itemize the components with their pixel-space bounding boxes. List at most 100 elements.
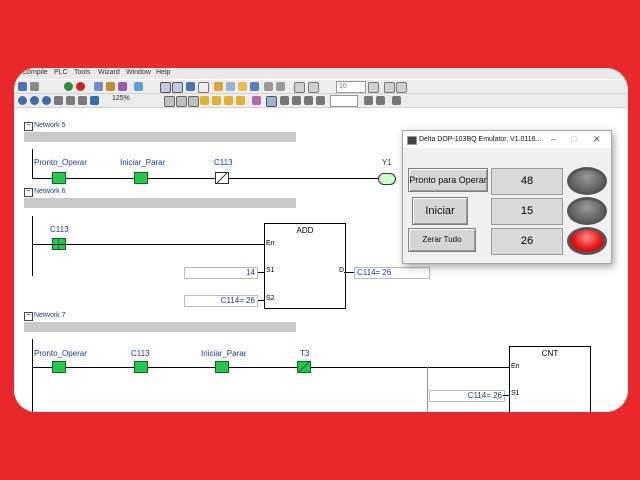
nc-slash-icon <box>298 361 310 373</box>
contact-label: C113 <box>131 349 150 358</box>
network-collapse-toggle[interactable]: − <box>24 312 33 321</box>
window-icon[interactable] <box>226 82 235 91</box>
close-icon[interactable]: ✕ <box>593 131 601 148</box>
edit-toolbar: 125% <box>14 94 628 108</box>
delete-line-icon[interactable] <box>304 96 313 105</box>
line-v-icon[interactable] <box>292 96 301 105</box>
insert-col-icon[interactable] <box>376 96 385 105</box>
add-function-block[interactable]: ADD En S1 S2 D <box>264 223 346 309</box>
compile-icon[interactable] <box>134 82 143 91</box>
coil-y1[interactable] <box>378 173 396 185</box>
function-icon[interactable] <box>200 96 209 105</box>
star-icon[interactable] <box>238 82 247 91</box>
bold-icon[interactable] <box>308 82 319 93</box>
link-icon[interactable] <box>252 96 261 105</box>
counter-icon[interactable] <box>224 96 233 105</box>
ladder-editor-window: Compile PLC Tools Wizard Window Help 10 … <box>14 68 628 412</box>
download-icon[interactable] <box>106 82 115 91</box>
branch-icon[interactable] <box>316 96 325 105</box>
contact-iniciar-parar[interactable] <box>134 172 148 184</box>
font-icon[interactable] <box>294 82 305 93</box>
table-icon[interactable] <box>198 82 209 93</box>
network-collapse-toggle[interactable]: − <box>24 122 33 131</box>
undo-icon[interactable] <box>264 82 273 91</box>
iniciar-button[interactable]: Iniciar <box>412 197 468 225</box>
maximize-icon[interactable]: □ <box>571 131 576 148</box>
network-label: Network 6 <box>34 188 66 195</box>
branch-select[interactable] <box>330 95 358 107</box>
nc-slash-icon <box>216 172 228 184</box>
folder-icon[interactable] <box>214 82 223 91</box>
menu-tools[interactable]: Tools <box>74 69 90 76</box>
grid-icon[interactable] <box>160 82 171 93</box>
goto-icon[interactable] <box>78 96 87 105</box>
contact-nc-icon[interactable] <box>176 96 187 107</box>
contact-iniciar-parar[interactable] <box>215 361 229 373</box>
red-video-frame: Compile PLC Tools Wizard Window Help 10 … <box>0 0 640 480</box>
s2-value-box[interactable]: C114= 26 <box>184 295 258 307</box>
comment-icon[interactable] <box>392 96 401 105</box>
emulator-titlebar[interactable]: Delta DOP-103BQ Emulator, V1.0116... – □… <box>403 131 611 148</box>
lamp-indicator-1 <box>567 167 607 195</box>
save-icon[interactable] <box>18 82 27 91</box>
line-h-icon[interactable] <box>280 96 289 105</box>
stop-icon[interactable] <box>76 82 85 91</box>
menu-help[interactable]: Help <box>156 69 170 76</box>
align-left-icon[interactable] <box>384 82 395 93</box>
zerar-tudo-button[interactable]: Zerar Tudo <box>408 228 476 252</box>
insert-row-icon[interactable] <box>364 96 373 105</box>
minimize-icon[interactable]: – <box>551 131 556 148</box>
pin-s1: S1 <box>266 267 275 274</box>
network-comment-bar[interactable] <box>24 322 296 332</box>
rung-wire <box>32 178 378 179</box>
contact-c113[interactable] <box>134 361 148 373</box>
spin-icon[interactable] <box>368 82 379 93</box>
contact-pronto-operar[interactable] <box>52 361 66 373</box>
run-icon[interactable] <box>64 82 73 91</box>
contact-t3-nc[interactable] <box>297 361 311 373</box>
menu-window[interactable]: Window <box>126 69 151 76</box>
emulator-window: Delta DOP-103BQ Emulator, V1.0116... – □… <box>402 130 612 264</box>
cnt-function-block[interactable]: CNT En S1 <box>509 346 591 412</box>
redo-icon[interactable] <box>276 82 285 91</box>
align-right-icon[interactable] <box>396 82 407 93</box>
network-comment-bar[interactable] <box>24 132 296 142</box>
rung-wire <box>32 244 264 245</box>
contact-pronto-operar[interactable] <box>52 172 66 184</box>
d-value-box[interactable]: C114= 26 <box>354 267 430 279</box>
contact-c113-nc[interactable] <box>215 172 229 184</box>
network-icon[interactable] <box>186 82 195 91</box>
monitor-icon[interactable] <box>94 82 103 91</box>
timer-icon[interactable] <box>212 96 221 105</box>
numeric-display-1: 48 <box>491 168 563 195</box>
upload-icon[interactable] <box>118 82 127 91</box>
replace-icon[interactable] <box>66 96 75 105</box>
left-power-rail <box>32 339 33 412</box>
network-label: Network 5 <box>34 122 66 129</box>
print-icon[interactable] <box>30 82 39 91</box>
compare-icon[interactable] <box>236 96 245 105</box>
zoom-select[interactable]: 125% <box>112 95 130 102</box>
s1-value-box[interactable]: C114= 26 <box>429 390 505 402</box>
menu-plc[interactable]: PLC <box>54 69 68 76</box>
menu-wizard[interactable]: Wizard <box>98 69 120 76</box>
left-power-rail <box>32 216 33 276</box>
find-icon[interactable] <box>54 96 63 105</box>
app-icon <box>407 136 417 145</box>
zoom-out-icon[interactable] <box>30 96 39 105</box>
network-collapse-toggle[interactable]: − <box>24 188 33 197</box>
view-icon[interactable] <box>172 82 183 93</box>
pronto-para-operar-button[interactable]: Pronto para Operar <box>408 168 488 192</box>
s1-value-box[interactable]: 14 <box>184 267 258 279</box>
pin-s2: S2 <box>266 295 275 302</box>
step-input[interactable]: 10 <box>336 81 366 93</box>
menu-compile[interactable]: Compile <box>22 69 48 76</box>
bookmark-icon[interactable] <box>250 82 259 91</box>
zoom-in-icon[interactable] <box>18 96 27 105</box>
contact-no-icon[interactable] <box>164 96 175 107</box>
zoom-fit-icon[interactable] <box>42 96 51 105</box>
coil-icon[interactable] <box>188 96 199 107</box>
select-icon[interactable] <box>266 96 277 107</box>
block-icon[interactable] <box>90 96 99 105</box>
network-comment-bar[interactable] <box>24 198 296 208</box>
